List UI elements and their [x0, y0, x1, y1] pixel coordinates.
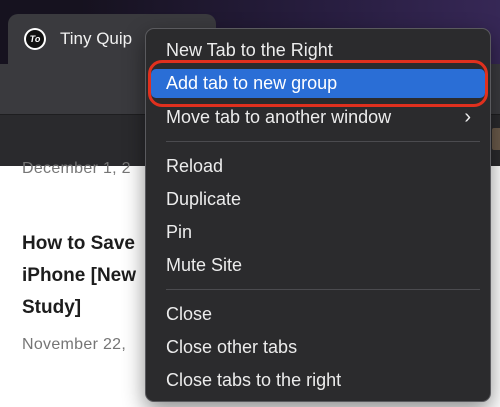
menu-item-duplicate[interactable]: Duplicate [151, 185, 485, 214]
article-title-line: How to Save [22, 233, 135, 254]
article-title-line: iPhone [New [22, 265, 137, 286]
menu-item-close[interactable]: Close [151, 300, 485, 329]
menu-item-move-to-window[interactable]: Move tab to another window › [151, 103, 485, 132]
menu-item-close-tabs-right[interactable]: Close tabs to the right [151, 366, 485, 395]
menu-item-mute-site[interactable]: Mute Site [151, 251, 485, 280]
menu-separator [166, 289, 480, 290]
post-date: November 22, [22, 336, 127, 353]
menu-item-reload[interactable]: Reload [151, 152, 485, 181]
menu-item-new-tab-right[interactable]: New Tab to the Right [151, 36, 485, 65]
site-favicon-icon: To [24, 28, 46, 50]
article-title-line: Study] [22, 297, 82, 318]
tab-title: Tiny Quip [60, 29, 133, 48]
bookmark-item[interactable] [492, 128, 500, 150]
post-date: December 1, 2 [22, 160, 131, 177]
menu-item-add-to-group[interactable]: Add tab to new group [151, 69, 485, 98]
menu-item-label: Move tab to another window [166, 107, 392, 127]
article-title-link[interactable]: How to Save iPhone [New Study] [22, 228, 146, 324]
tab-context-menu: New Tab to the Right Add tab to new grou… [145, 28, 491, 402]
menu-separator [166, 141, 480, 142]
menu-item-close-other-tabs[interactable]: Close other tabs [151, 333, 485, 362]
chevron-right-icon: › [464, 106, 471, 128]
menu-item-pin[interactable]: Pin [151, 218, 485, 247]
